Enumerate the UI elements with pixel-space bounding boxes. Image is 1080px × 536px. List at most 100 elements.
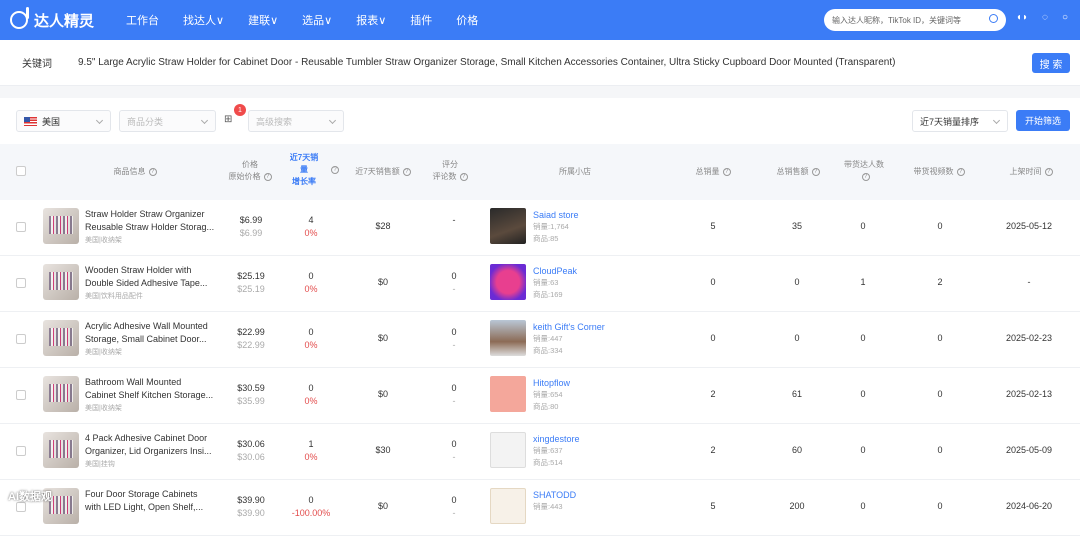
shop-link[interactable]: Hitopflow: [533, 377, 570, 389]
revenue7-cell: $28: [375, 221, 391, 231]
col-total-revenue[interactable]: 总销售额?: [768, 166, 828, 178]
shop-link[interactable]: SHATODD: [533, 489, 576, 501]
col-sales7[interactable]: 近7天销量增长率: [284, 152, 324, 188]
start-filter-button[interactable]: 开始筛选: [1016, 110, 1070, 131]
top-navbar: 达人精灵 工作台 找达人∨ 建联∨ 选品∨ 报表∨ 插件 价格 输入达人昵称，T…: [0, 0, 1080, 40]
help-icon[interactable]: ?: [263, 172, 272, 181]
product-category: 美国|挂钩: [85, 461, 115, 468]
col-total-sales[interactable]: 总销量?: [688, 166, 738, 178]
col-price[interactable]: 价格 原始价格?: [225, 159, 275, 183]
col-shop[interactable]: 所属小店: [545, 166, 605, 178]
product-name[interactable]: Straw Holder Straw Organizer Reusable Str…: [85, 208, 220, 234]
shop-info: keith Gift's Corner 销量:447 商品:334: [533, 321, 605, 355]
shop-avatar[interactable]: [490, 264, 526, 300]
product-thumbnail[interactable]: [43, 264, 79, 300]
global-search-input[interactable]: 输入达人昵称，TikTok ID，关键词等: [824, 9, 1006, 31]
sales7-cell: 0 -100.00%: [291, 495, 331, 518]
table-row[interactable]: 4 Pack Adhesive Cabinet Door Organizer, L…: [0, 424, 1080, 480]
product-thumbnail[interactable]: [43, 432, 79, 468]
help-icon[interactable]: ?: [459, 172, 468, 181]
total-revenue-cell: 0: [794, 277, 800, 287]
total-sales-cell: 2: [710, 389, 716, 399]
help-icon[interactable]: ?: [722, 167, 731, 176]
help-icon[interactable]: ?: [1044, 167, 1053, 176]
shop-avatar[interactable]: [490, 376, 526, 412]
nav-item-product-selection[interactable]: 选品∨: [302, 12, 332, 28]
select-all-checkbox[interactable]: [16, 166, 26, 176]
row-checkbox[interactable]: [16, 446, 26, 456]
user-icon[interactable]: ○: [1062, 12, 1068, 23]
row-checkbox[interactable]: [16, 390, 26, 400]
listed-date-cell: 2025-02-23: [1005, 333, 1053, 343]
shop-avatar[interactable]: [490, 320, 526, 356]
shop-link[interactable]: CloudPeak: [533, 265, 577, 277]
help-icon[interactable]: ?: [811, 167, 820, 176]
rating-cell: 0-: [451, 327, 457, 350]
col-revenue7[interactable]: 近7天销售额?: [348, 166, 418, 178]
influencers-cell: 0: [860, 221, 866, 231]
help-icon[interactable]: ?: [861, 172, 870, 181]
influencers-cell: 0: [860, 445, 866, 455]
col-videos[interactable]: 带货视频数?: [908, 166, 970, 178]
shop-link[interactable]: keith Gift's Corner: [533, 321, 605, 333]
help-icon[interactable]: ?: [956, 167, 965, 176]
shop-avatar[interactable]: [490, 432, 526, 468]
videos-cell: 0: [937, 445, 943, 455]
help-icon[interactable]: ?: [331, 166, 339, 174]
help-icon[interactable]: ?: [402, 167, 411, 176]
table-row[interactable]: Straw Holder Straw Organizer Reusable Str…: [0, 200, 1080, 256]
help-icon[interactable]: ?: [148, 167, 157, 176]
table-row[interactable]: Wooden Straw Holder with Double Sided Adh…: [0, 256, 1080, 312]
product-thumbnail[interactable]: [43, 376, 79, 412]
nav-item-plugin[interactable]: 插件: [410, 12, 432, 28]
shop-info: Saiad store 销量:1,764 商品:85: [533, 209, 579, 243]
search-icon[interactable]: [989, 14, 998, 23]
logo-icon: [10, 7, 29, 29]
influencers-cell: 0: [860, 333, 866, 343]
shop-link[interactable]: xingdestore: [533, 433, 580, 445]
product-name[interactable]: Bathroom Wall Mounted Cabinet Shelf Kitch…: [85, 376, 220, 402]
nav-item-workbench[interactable]: 工作台: [126, 12, 159, 28]
product-name[interactable]: Wooden Straw Holder with Double Sided Adh…: [85, 264, 220, 290]
advanced-search-select[interactable]: 高级搜索: [248, 110, 344, 132]
shop-link[interactable]: Saiad store: [533, 209, 579, 221]
row-checkbox[interactable]: [16, 334, 26, 344]
product-name[interactable]: Four Door Storage Cabinets with LED Light…: [85, 488, 220, 514]
col-rating[interactable]: 评分 评论数?: [430, 159, 470, 183]
product-name[interactable]: 4 Pack Adhesive Cabinet Door Organizer, L…: [85, 432, 220, 458]
shop-avatar[interactable]: [490, 208, 526, 244]
bulb-icon[interactable]: ◌: [1042, 12, 1048, 23]
sales7-cell: 1 0%: [304, 439, 318, 462]
col-influencers[interactable]: 带货达人数?: [836, 159, 892, 183]
col-listed[interactable]: 上架时间?: [1002, 166, 1060, 178]
product-thumbnail[interactable]: [43, 208, 79, 244]
rating-cell: 0-: [451, 439, 457, 462]
table-row[interactable]: Bathroom Wall Mounted Cabinet Shelf Kitch…: [0, 368, 1080, 424]
row-checkbox[interactable]: [16, 222, 26, 232]
search-button[interactable]: 搜 索: [1032, 53, 1070, 73]
rating-cell: 0-: [451, 271, 457, 294]
logo[interactable]: 达人精灵: [10, 7, 94, 31]
total-sales-cell: 5: [710, 221, 716, 231]
product-thumbnail[interactable]: [43, 320, 79, 356]
headset-icon[interactable]: ◖◗: [1016, 12, 1028, 23]
product-name[interactable]: Acrylic Adhesive Wall Mounted Storage, Sm…: [85, 320, 220, 346]
table-row[interactable]: Acrylic Adhesive Wall Mounted Storage, Sm…: [0, 312, 1080, 368]
country-select[interactable]: 美国: [16, 110, 111, 132]
product-category: 美国|收纳架: [85, 405, 122, 412]
col-product[interactable]: 商品信息?: [90, 166, 180, 178]
sales7-cell: 4 0%: [304, 215, 318, 238]
grid-icon[interactable]: ⊞: [224, 114, 232, 125]
table-row[interactable]: Four Door Storage Cabinets with LED Light…: [0, 480, 1080, 536]
nav-item-find-influencer[interactable]: 找达人∨: [183, 12, 224, 28]
total-revenue-cell: 35: [791, 221, 802, 231]
nav-item-pricing[interactable]: 价格: [456, 12, 478, 28]
sort-select[interactable]: 近7天销量排序: [912, 110, 1008, 132]
revenue7-cell: $0: [377, 501, 388, 511]
nav-item-reports[interactable]: 报表∨: [356, 12, 386, 28]
sales7-cell: 0 0%: [304, 327, 318, 350]
category-select[interactable]: 商品分类: [119, 110, 216, 132]
row-checkbox[interactable]: [16, 278, 26, 288]
nav-item-connect[interactable]: 建联∨: [248, 12, 278, 28]
keyword-input[interactable]: 9.5" Large Acrylic Straw Holder for Cabi…: [78, 57, 895, 68]
